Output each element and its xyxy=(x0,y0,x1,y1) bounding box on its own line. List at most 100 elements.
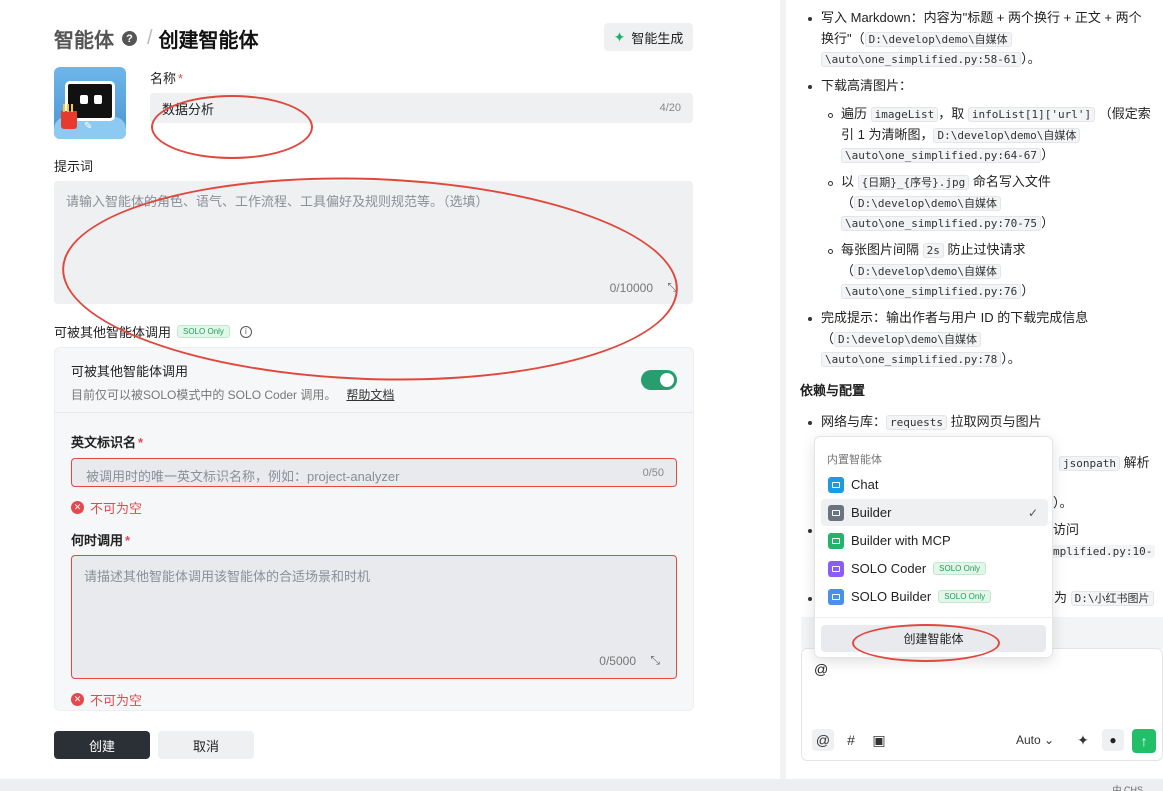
when-to-call-textarea[interactable]: 请描述其他智能体调用该智能体的合适场景和时机 0/5000 ⤡ xyxy=(71,555,677,679)
code-ref[interactable]: mplified.py:10- xyxy=(1050,545,1156,558)
text-span: ，取 xyxy=(938,106,965,121)
app-root: 智能体 ? / 创建智能体 ✦ 智能生成 ✎ 名称 * 数据分析 4/20 提示词… xyxy=(0,0,1163,791)
dropdown-option-label: Chat xyxy=(851,477,879,492)
code-ref[interactable]: \auto\one_simplified.py:78 xyxy=(821,352,1002,367)
agent-avatar[interactable]: ✎ xyxy=(54,67,126,139)
hash-icon[interactable]: # xyxy=(840,729,862,751)
chat-fragment-visit: 访问 xyxy=(1053,522,1080,537)
agent-robot-icon xyxy=(828,504,844,521)
english-id-placeholder: 被调用时的唯一英文标识名称，例如：project-analyzer xyxy=(86,469,400,484)
code-ref[interactable]: 2s xyxy=(922,243,944,258)
name-input[interactable]: 数据分析 4/20 xyxy=(150,93,693,123)
when-placeholder: 请描述其他智能体调用该智能体的合适场景和时机 xyxy=(84,569,371,584)
code-ref[interactable]: infoList[1]['url'] xyxy=(967,107,1096,122)
dropdown-option[interactable]: SOLO Builder SOLO Only xyxy=(821,583,1048,610)
code-ref[interactable]: imageList xyxy=(870,107,939,122)
code-ref[interactable]: D:\develop\demo\自媒体 xyxy=(834,332,981,347)
model-select[interactable]: Auto ⌄ xyxy=(1016,733,1054,747)
callable-card-title: 可被其他智能体调用 xyxy=(71,364,189,379)
edit-avatar-icon[interactable]: ✎ xyxy=(84,121,92,132)
chat-fragment-end: ）。 xyxy=(1053,495,1073,510)
prompt-placeholder: 请输入智能体的角色、语气、工作流程、工具偏好及规则规范等。（选填） xyxy=(66,194,489,209)
image-icon[interactable]: ▣ xyxy=(868,729,890,751)
smart-generate-button[interactable]: ✦ 智能生成 xyxy=(604,23,693,51)
create-agent-button[interactable]: 创建智能体 xyxy=(821,625,1046,652)
card-divider xyxy=(55,412,693,413)
help-doc-link[interactable]: 帮助文档 xyxy=(346,388,394,402)
code-ref[interactable]: D:\develop\demo\自媒体 xyxy=(854,196,1001,211)
smart-generate-label: 智能生成 xyxy=(631,30,684,46)
expand-icon[interactable]: ⤡ xyxy=(667,280,677,295)
chat-input-text: @ xyxy=(814,661,829,677)
text-span: （ xyxy=(841,263,855,278)
breadcrumb-root[interactable]: 智能体 xyxy=(54,24,114,53)
code-ref[interactable]: D:\develop\demo\自媒体 xyxy=(933,128,1081,143)
chat-sub1-3: \auto\one_simplified.py:64-67） xyxy=(841,144,1054,167)
model-select-value: Auto xyxy=(1016,733,1041,747)
when-counter: 0/5000 xyxy=(599,654,636,668)
dropdown-option[interactable]: Builder with MCP xyxy=(821,527,1048,554)
sparkle-icon[interactable]: ✦ xyxy=(1072,729,1094,751)
send-button[interactable]: ↑ xyxy=(1132,729,1156,753)
text-span: （ xyxy=(841,195,855,210)
chat-input-box[interactable]: @ @ # ▣ Auto ⌄ ✦ ● ↑ xyxy=(801,648,1163,761)
prompt-textarea[interactable]: 请输入智能体的角色、语气、工作流程、工具偏好及规则规范等。（选填） 0/1000… xyxy=(54,181,693,304)
required-mark: * xyxy=(125,533,131,548)
bullet-dot xyxy=(808,17,812,21)
code-ref[interactable]: jsonpath xyxy=(1059,456,1120,471)
dropdown-divider xyxy=(815,617,1052,618)
text-span: 换行"（ xyxy=(821,31,865,46)
callable-toggle[interactable] xyxy=(641,370,677,390)
agent-robot-icon xyxy=(828,532,844,549)
cancel-button[interactable]: 取消 xyxy=(158,731,254,759)
code-ref[interactable]: {日期}_{序号}.jpg xyxy=(857,175,970,190)
status-bar: 中 CHS xyxy=(0,779,1163,791)
expand-icon[interactable]: ⤡ xyxy=(650,653,660,668)
when-label-text: 何时调用 xyxy=(71,533,124,548)
code-ref[interactable]: D:\develop\demo\自媒体 xyxy=(864,32,1012,47)
dropdown-option[interactable]: Chat xyxy=(821,471,1048,498)
info-icon[interactable]: i xyxy=(239,325,252,338)
microphone-icon[interactable]: ● xyxy=(1102,729,1124,751)
id-error-text: 不可为空 xyxy=(90,501,143,516)
text-span: 网络与库： xyxy=(821,414,887,429)
text-span: 防止过快请求 xyxy=(947,242,1026,257)
agent-robot-icon xyxy=(828,588,844,605)
mention-icon[interactable]: @ xyxy=(812,729,834,751)
code-ref[interactable]: \auto\one_simplified.py:76 xyxy=(841,284,1022,299)
bullet-dot xyxy=(808,421,812,425)
text-span: ）。 xyxy=(1021,51,1041,66)
text-span: 命名写入文件 xyxy=(972,174,1051,189)
text-span: 为 xyxy=(1054,590,1068,605)
text-span: （假定索 xyxy=(1098,106,1151,121)
code-ref[interactable]: \auto\one_simplified.py:64-67 xyxy=(841,148,1042,163)
agent-dropdown: 内置智能体 Chat Builder ✓ Builder with MCP SOLO C… xyxy=(814,436,1053,658)
error-icon: ✕ xyxy=(71,501,84,514)
code-ref[interactable]: requests xyxy=(886,415,947,430)
id-error-message: ✕ 不可为空 xyxy=(71,498,142,517)
code-ref[interactable]: D:\小红书图片 xyxy=(1070,591,1154,606)
create-button[interactable]: 创建 xyxy=(54,731,150,759)
chat-fragment-jsonpath: jsonpath 解析 xyxy=(1059,452,1150,475)
sparkle-icon: ✦ xyxy=(613,28,626,45)
code-ref[interactable]: \auto\one_simplified.py:70-75 xyxy=(841,216,1042,231)
dropdown-option-label: Builder xyxy=(851,505,892,520)
chat-sub1: 遍历 imageList ，取 infoList[1]['url'] （假定索 xyxy=(841,103,1151,126)
callable-label: 可被其他智能体调用 xyxy=(54,325,172,340)
english-id-counter: 0/50 xyxy=(642,467,664,479)
english-id-input[interactable]: 被调用时的唯一英文标识名称，例如：project-analyzer 0/50 xyxy=(71,458,677,487)
dropdown-option[interactable]: Builder ✓ xyxy=(821,499,1048,526)
required-mark: * xyxy=(178,71,184,86)
error-icon: ✕ xyxy=(71,693,84,706)
prompt-label: 提示词 xyxy=(54,159,94,174)
code-ref[interactable]: \auto\one_simplified.py:58-61 xyxy=(821,52,1022,67)
text-span: ）。 xyxy=(1001,351,1021,366)
solo-only-badge: SOLO Only xyxy=(933,562,987,575)
help-icon[interactable]: ? xyxy=(122,31,137,46)
dropdown-option[interactable]: SOLO Coder SOLO Only xyxy=(821,555,1048,582)
chat-fragment-dir: 为 D:\小红书图片 xyxy=(1054,587,1154,610)
agent-form-panel: 智能体 ? / 创建智能体 ✦ 智能生成 ✎ 名称 * 数据分析 4/20 提示词… xyxy=(0,0,780,779)
id-label: 英文标识名 * xyxy=(71,432,143,451)
name-label-text: 名称 xyxy=(150,71,177,86)
code-ref[interactable]: D:\develop\demo\自媒体 xyxy=(854,264,1001,279)
